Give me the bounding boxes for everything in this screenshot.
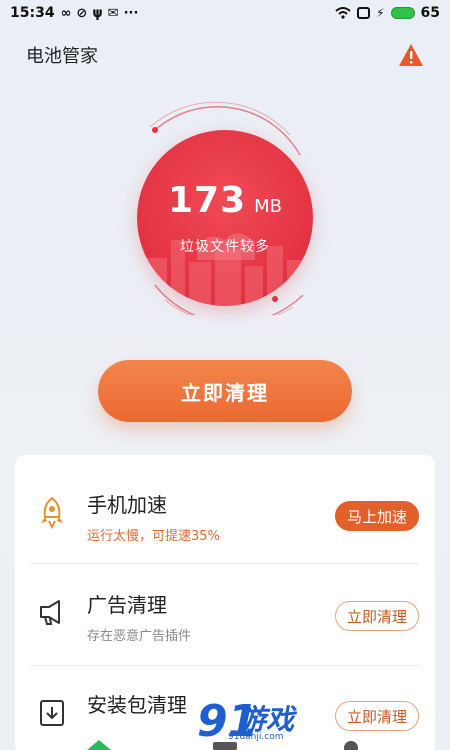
usb-icon: ψ [92, 5, 103, 21]
package-clean-button[interactable]: 立即清理 [334, 701, 419, 731]
mail-icon: ✉ [107, 5, 119, 21]
status-bar: 15:34 ∞ ⊘ ψ ✉ ··· ⚡ 65 [0, 0, 450, 26]
feature-title: 安装包清理 [87, 693, 187, 717]
junk-gauge: 173 MB 垃圾文件较多 [125, 95, 325, 315]
warning-triangle-icon[interactable] [398, 43, 424, 67]
divider [30, 563, 420, 564]
junk-unit: MB [254, 196, 283, 217]
battery-level: 65 [420, 5, 440, 21]
bottom-nav [0, 732, 450, 750]
feature-row-boost[interactable]: 手机加速 运行太慢，可提速35% 马上加速 [15, 455, 435, 555]
battery-icon [390, 7, 415, 19]
gauge-value: 173 MB [137, 180, 313, 221]
circle-check-icon: ⊘ [76, 5, 88, 21]
boost-now-button[interactable]: 马上加速 [334, 501, 419, 531]
more-dots-icon: ··· [123, 5, 139, 21]
wifi-icon [335, 7, 351, 19]
clean-now-button[interactable]: 立即清理 [98, 360, 352, 422]
megaphone-icon [40, 600, 60, 625]
package-icon [40, 700, 64, 726]
feature-row-ad-clean[interactable]: 广告清理 存在恶意广告插件 立即清理 [15, 565, 435, 665]
home-tab-icon[interactable] [86, 738, 112, 750]
status-time: 15:34 [10, 5, 55, 21]
status-right: ⚡ 65 [335, 5, 440, 21]
feature-subtitle: 存在恶意广告插件 [87, 629, 192, 644]
app-title: 电池管家 [26, 46, 98, 67]
feature-subtitle: 运行太慢，可提速35% [87, 529, 220, 544]
gauge-subtitle: 垃圾文件较多 [180, 239, 270, 255]
gauge-circle[interactable]: 173 MB 垃圾文件较多 [137, 130, 313, 306]
rocket-icon [41, 496, 63, 529]
profile-tab-icon[interactable] [338, 738, 364, 750]
infinity-icon: ∞ [60, 5, 72, 21]
divider [30, 665, 420, 666]
charging-icon: ⚡ [376, 6, 385, 20]
app-header: 电池管家 [0, 38, 450, 72]
feature-title: 广告清理 [87, 593, 167, 617]
ad-clean-button[interactable]: 立即清理 [334, 601, 419, 631]
tools-tab-icon[interactable] [212, 738, 238, 750]
feature-title: 手机加速 [87, 493, 167, 517]
junk-size: 173 [167, 180, 247, 221]
screen-icon [357, 7, 371, 19]
